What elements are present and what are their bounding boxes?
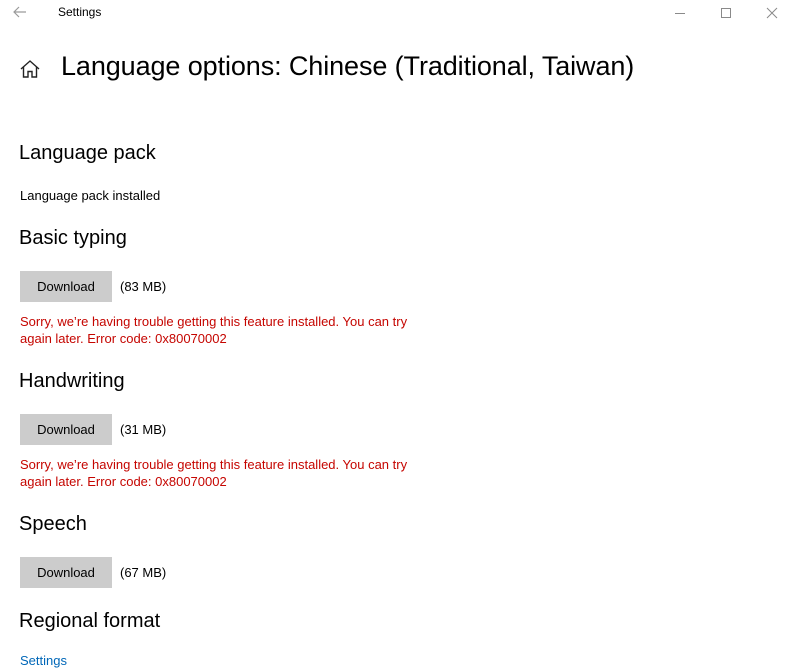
- minimize-button[interactable]: [657, 0, 703, 26]
- regional-format-settings-link[interactable]: Settings: [20, 653, 67, 668]
- speech-heading: Speech: [19, 513, 87, 535]
- handwriting-error-line2: again later. Error code: 0x80070002: [20, 474, 227, 489]
- window-title: Settings: [58, 5, 102, 19]
- title-bar: Settings: [0, 0, 789, 26]
- basic-typing-error: Sorry, we’re having trouble getting this…: [20, 313, 460, 347]
- back-arrow-icon: [13, 6, 26, 18]
- handwriting-download-button[interactable]: Download: [20, 414, 112, 445]
- basic-typing-download-button[interactable]: Download: [20, 271, 112, 302]
- close-button[interactable]: [749, 0, 789, 26]
- page-title: Language options: Chinese (Traditional, …: [61, 51, 635, 81]
- back-button[interactable]: [8, 2, 32, 22]
- home-icon: [20, 60, 40, 78]
- regional-format-heading: Regional format: [19, 610, 161, 632]
- handwriting-heading: Handwriting: [19, 370, 125, 392]
- minimize-icon: [675, 13, 685, 14]
- handwriting-error: Sorry, we’re having trouble getting this…: [20, 456, 460, 490]
- language-pack-heading: Language pack: [19, 142, 156, 164]
- handwriting-size: (31 MB): [120, 422, 167, 437]
- basic-typing-size: (83 MB): [120, 279, 167, 294]
- language-pack-status: Language pack installed: [20, 188, 161, 203]
- speech-size: (67 MB): [120, 565, 167, 580]
- basic-typing-error-line1: Sorry, we’re having trouble getting this…: [20, 314, 408, 329]
- speech-download-button[interactable]: Download: [20, 557, 112, 588]
- home-button[interactable]: [19, 58, 41, 80]
- handwriting-error-line1: Sorry, we’re having trouble getting this…: [20, 457, 408, 472]
- close-icon: [766, 7, 778, 19]
- basic-typing-heading: Basic typing: [19, 227, 127, 249]
- maximize-button[interactable]: [703, 0, 749, 26]
- basic-typing-error-line2: again later. Error code: 0x80070002: [20, 331, 227, 346]
- maximize-icon: [721, 8, 731, 18]
